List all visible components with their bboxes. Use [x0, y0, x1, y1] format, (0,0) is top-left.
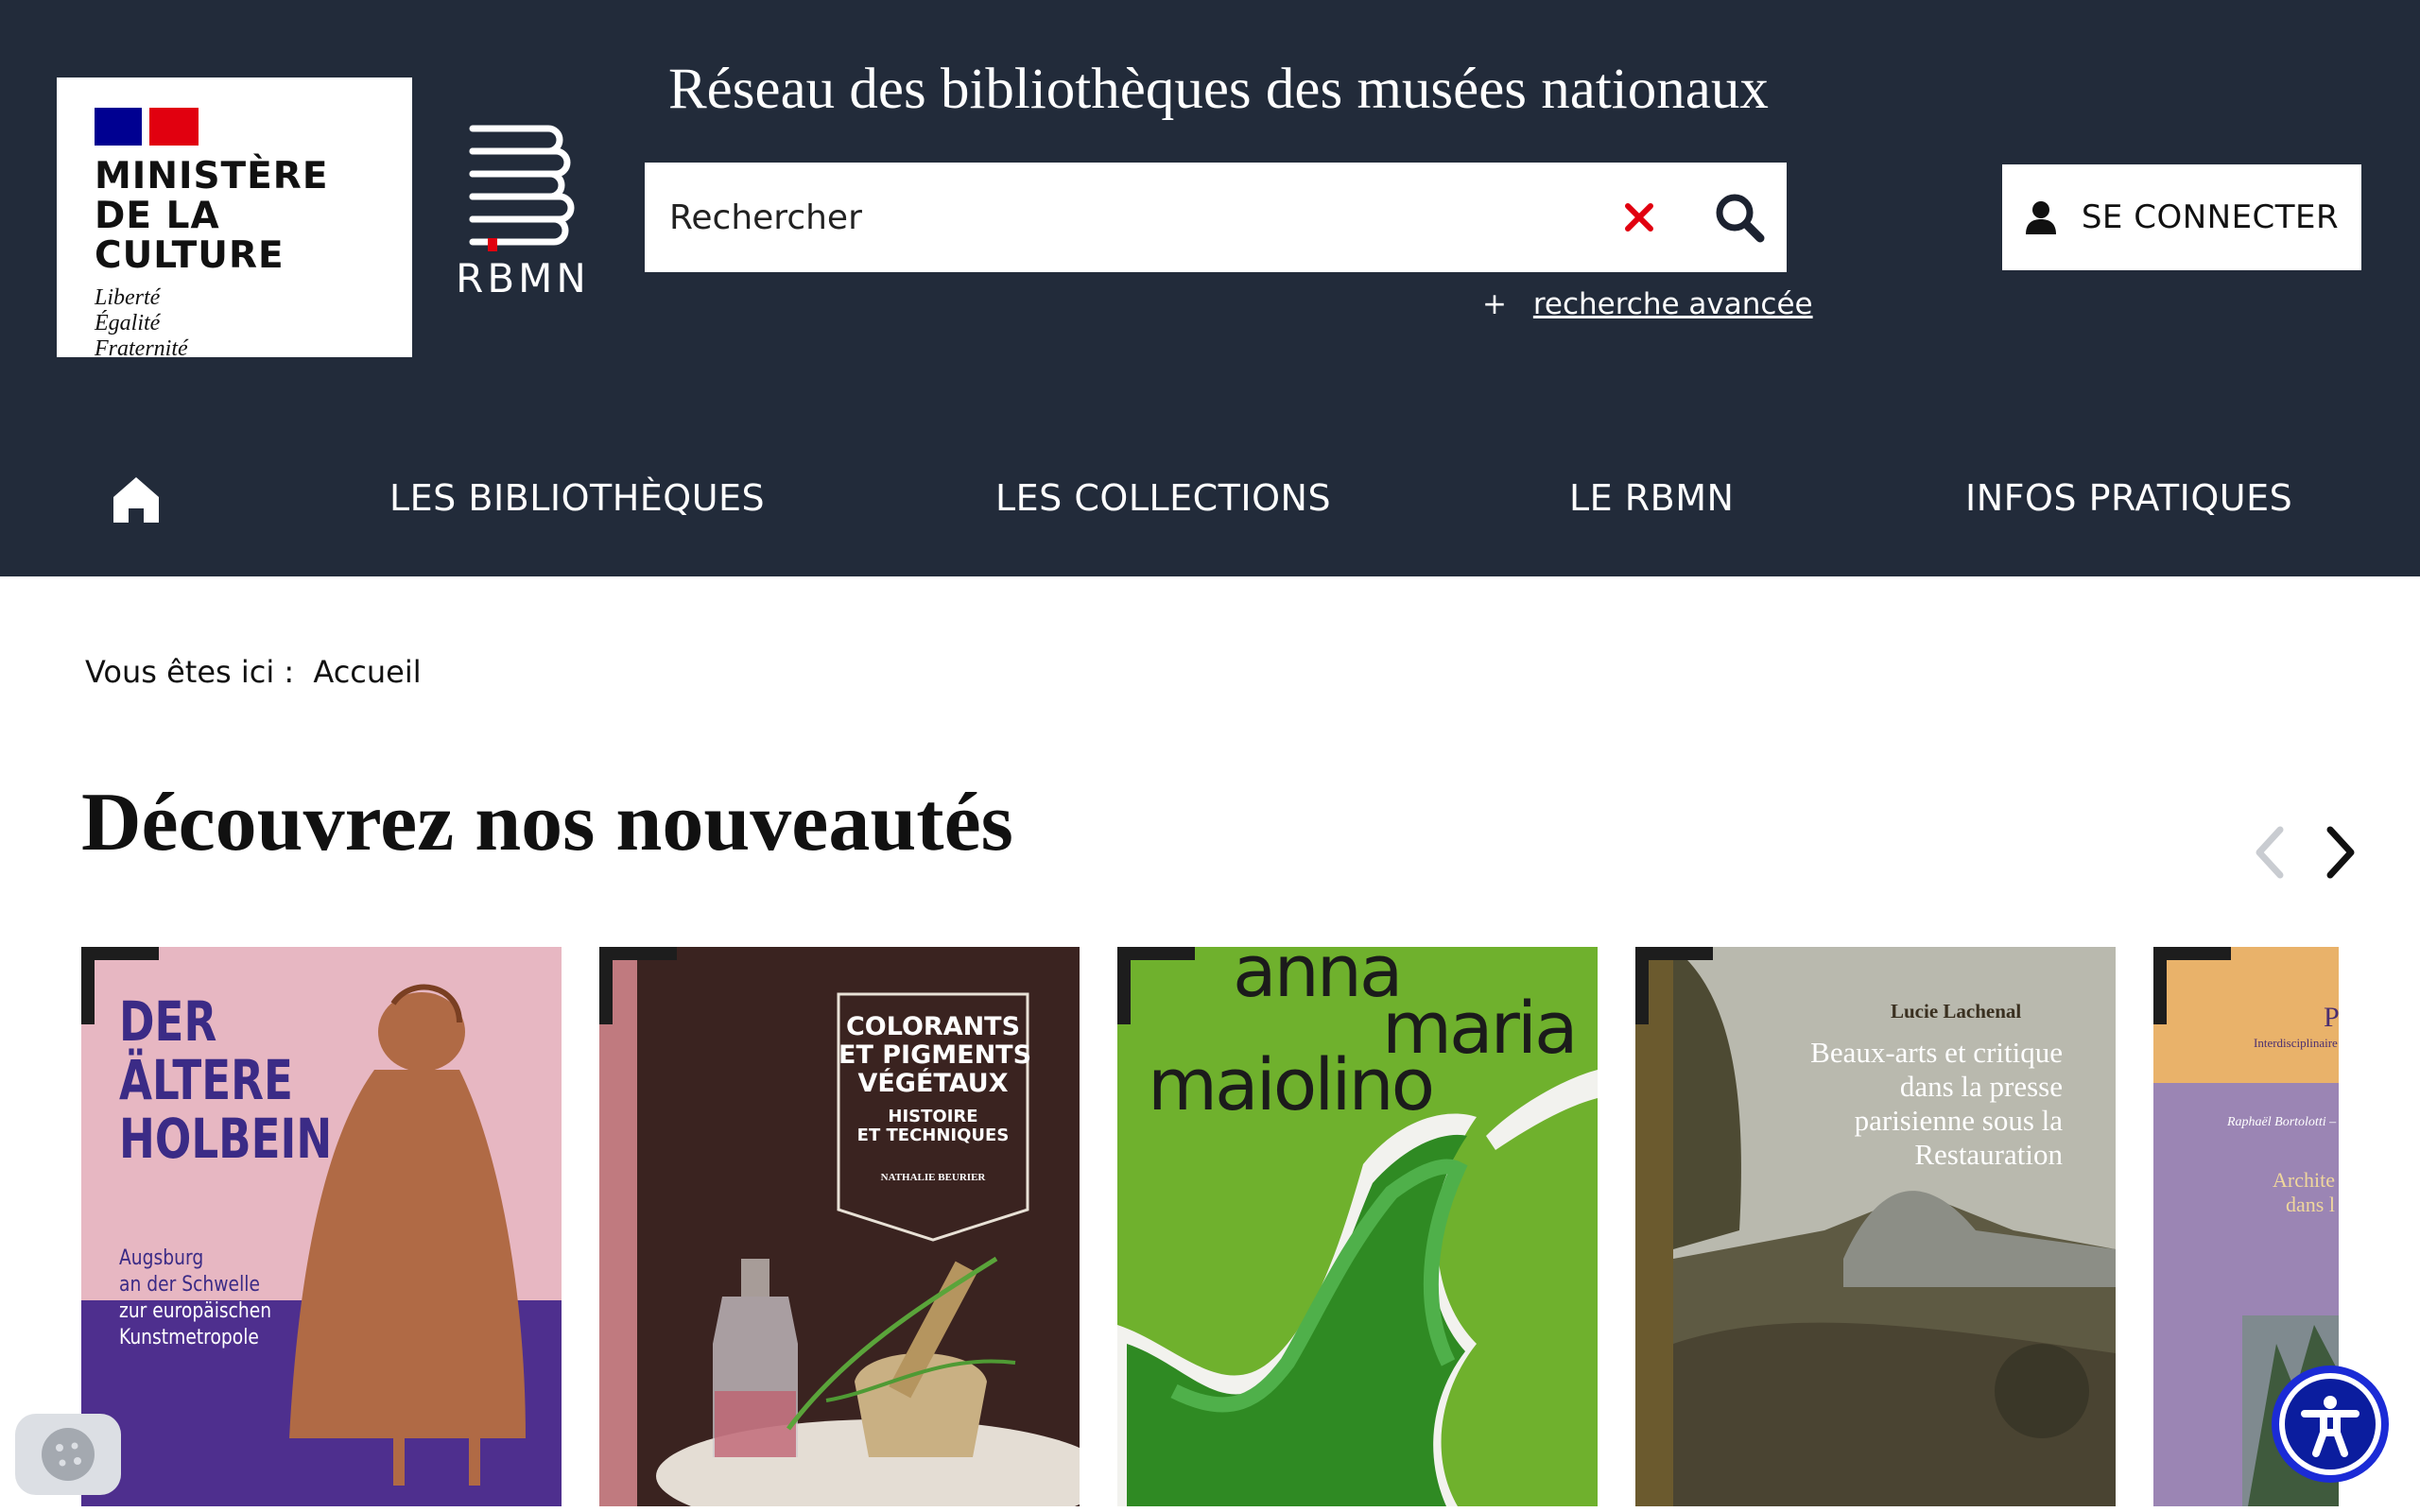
advanced-search-plus: +	[1482, 287, 1507, 321]
motto-liberte: Liberté	[95, 285, 161, 310]
book-title-line: Restauration	[1914, 1138, 2063, 1171]
book-title-line: dans la presse	[1899, 1070, 2063, 1103]
breadcrumb-home[interactable]: Accueil	[313, 654, 421, 690]
ministere-title-line2: DE LA CULTURE	[95, 195, 285, 277]
advanced-search-link[interactable]: recherche avancée	[1533, 287, 1813, 321]
nav-item-collections[interactable]: LES COLLECTIONS	[995, 477, 1331, 519]
book-title-line: parisienne sous la	[1854, 1104, 2063, 1137]
book-corner-mark	[1635, 947, 1713, 1024]
book-author: Raphaël Bortolotti –	[2227, 1115, 2337, 1129]
book-corner-mark	[1117, 947, 1195, 1024]
motto-egalite: Égalité	[95, 311, 161, 335]
book-title-line: Archite	[2273, 1168, 2335, 1192]
rbmn-logo[interactable]: RBMN	[452, 121, 594, 310]
cookie-settings-button[interactable]	[15, 1414, 121, 1495]
book-subtitle-line: zur europäischen	[119, 1299, 272, 1323]
advanced-search: + recherche avancée	[1482, 287, 1813, 321]
login-button[interactable]: SE CONNECTER	[2002, 164, 2361, 270]
book-card-lachenal[interactable]: Lucie Lachenal Beaux-arts et critique da…	[1635, 947, 2116, 1506]
book-card-maiolino[interactable]: anna maria maiolino	[1117, 947, 1598, 1506]
accessibility-button[interactable]	[2269, 1363, 2392, 1486]
breadcrumb: Vous êtes ici : Accueil	[85, 654, 422, 690]
nav-item-infos-pratiques[interactable]: INFOS PRATIQUES	[1965, 477, 2292, 519]
book-title-line: dans l	[2286, 1193, 2335, 1216]
book-subtitle-line: HISTOIRE	[888, 1107, 978, 1126]
book-series: Interdisciplinaire	[2254, 1036, 2338, 1050]
breadcrumb-prefix: Vous êtes ici :	[85, 654, 295, 690]
motto-fraternite: Fraternité	[95, 336, 188, 361]
chevron-right-icon[interactable]	[2321, 824, 2362, 881]
close-icon[interactable]	[1618, 197, 1660, 238]
book-subtitle: HISTOIRE ET TECHNIQUES	[838, 1108, 1028, 1145]
marianne-flag-icon	[95, 108, 199, 146]
book-title-line: Beaux-arts et critique	[1810, 1036, 2063, 1069]
republic-motto: Liberté Égalité Fraternité	[95, 285, 412, 362]
book-title-line: ÄLTERE	[119, 1048, 293, 1112]
book-subtitle-line: an der Schwelle	[119, 1273, 260, 1297]
user-icon	[2025, 201, 2056, 234]
book-cover-lachenal-art	[1635, 947, 2116, 1506]
book-subtitle: Augsburg an der Schwelle zur europäische…	[119, 1246, 271, 1351]
accessibility-icon	[2272, 1366, 2389, 1483]
book-title-line: ET PIGMENTS	[838, 1040, 1032, 1070]
rbmn-logo-text: RBMN	[456, 255, 590, 301]
ministere-title: MINISTÈRE DE LA CULTURE	[95, 157, 412, 276]
book-subtitle-line: Augsburg	[119, 1246, 204, 1270]
nav-item-rbmn[interactable]: LE RBMN	[1569, 477, 1734, 519]
site-header: MINISTÈRE DE LA CULTURE Liberté Égalité …	[0, 0, 2420, 576]
ministere-title-line1: MINISTÈRE	[95, 155, 329, 198]
book-subtitle-line: Kunstmetropole	[119, 1326, 259, 1349]
ministere-culture-logo[interactable]: MINISTÈRE DE LA CULTURE Liberté Égalité …	[57, 77, 412, 361]
search-icon[interactable]	[1711, 189, 1768, 246]
section-title: Découvrez nos nouveautés	[81, 777, 1013, 868]
book-title-line: COLORANTS	[845, 1012, 1021, 1041]
home-icon[interactable]	[112, 474, 161, 524]
book-title: Archite dans l	[2273, 1168, 2335, 1217]
login-label: SE CONNECTER	[2081, 198, 2340, 236]
site-title: Réseau des bibliothèques des musées nati…	[668, 58, 1769, 121]
nav-item-bibliotheques[interactable]: LES BIBLIOTHÈQUES	[389, 477, 765, 519]
chevron-left-icon[interactable]	[2248, 824, 2290, 881]
book-author: Lucie Lachenal	[1891, 1000, 2022, 1022]
cookie-icon	[42, 1428, 95, 1481]
search-input[interactable]	[669, 163, 1520, 272]
book-corner-mark	[599, 947, 677, 1024]
book-card-colorants[interactable]: COLORANTS ET PIGMENTS VÉGÉTAUX HISTOIRE …	[599, 947, 1080, 1506]
book-subtitle-line: ET TECHNIQUES	[856, 1125, 1010, 1145]
book-card-holbein[interactable]: DER ÄLTERE HOLBEIN Augsburg an der Schwe…	[81, 947, 562, 1506]
rbmn-books-icon	[469, 125, 575, 251]
book-title-line: HOLBEIN	[119, 1107, 333, 1171]
search-bar	[645, 163, 1787, 272]
book-title: anna maria maiolino	[1148, 947, 1579, 1121]
book-author: NATHALIE BEURIER	[880, 1172, 986, 1183]
book-title: Beaux-arts et critique dans la presse pa…	[1810, 1036, 2063, 1172]
book-title-line: VÉGÉTAUX	[857, 1069, 1009, 1098]
book-title-fragment: P	[2324, 1002, 2339, 1033]
book-corner-mark	[81, 947, 159, 1024]
book-title: COLORANTS ET PIGMENTS VÉGÉTAUX	[838, 1012, 1032, 1098]
book-corner-mark	[2153, 947, 2231, 1024]
new-books-carousel: DER ÄLTERE HOLBEIN Augsburg an der Schwe…	[81, 947, 2339, 1512]
